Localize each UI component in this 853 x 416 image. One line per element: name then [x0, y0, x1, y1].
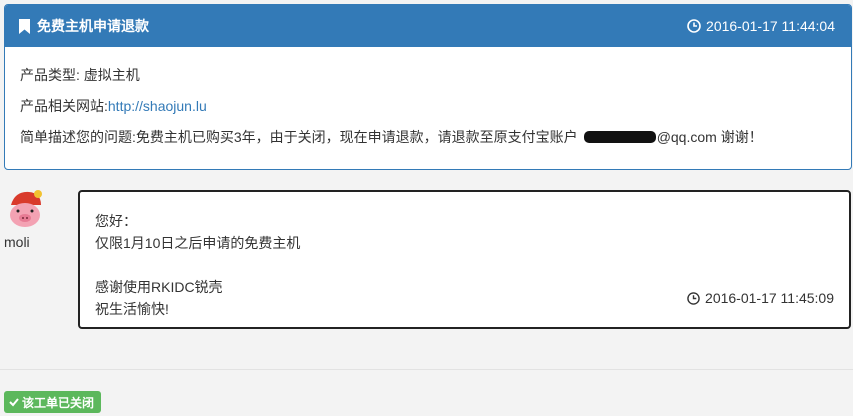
check-icon — [9, 398, 19, 407]
bookmark-icon — [19, 18, 30, 34]
ticket-panel: 免费主机申请退款 2016-01-17 11:44:04 产品类型: 虚拟主机 … — [4, 4, 852, 170]
description-text: 免费主机已购买3年，由于关闭，现在申请退款，请退款至原支付宝账户 — [135, 129, 578, 145]
reply-timestamp-group: 2016-01-17 11:45:09 — [687, 287, 834, 309]
reply-line: 仅限1月10日之后申请的免费主机 — [95, 235, 301, 251]
product-type-label: 产品类型: — [20, 67, 84, 83]
reply-line: 您好： — [95, 213, 137, 229]
reply-timestamp: 2016-01-17 11:45:09 — [705, 290, 834, 306]
email-suffix: @qq.com 谢谢！ — [656, 129, 763, 145]
ticket-header: 免费主机申请退款 2016-01-17 11:44:04 — [5, 5, 851, 47]
reply-line — [95, 254, 834, 276]
product-type-row: 产品类型: 虚拟主机 — [20, 66, 836, 84]
ticket-title-group: 免费主机申请退款 — [19, 16, 149, 36]
description-label: 简单描述您的问题: — [20, 129, 136, 145]
reply-username: moli — [4, 234, 30, 250]
ticket-body: 产品类型: 虚拟主机 产品相关网站:http://shaojun.lu 简单描述… — [5, 47, 851, 146]
ticket-title: 免费主机申请退款 — [37, 18, 149, 34]
ticket-timestamp-group: 2016-01-17 11:44:04 — [687, 18, 835, 34]
site-link[interactable]: http://shaojun.lu — [108, 98, 207, 114]
status-badge: 该工单已关闭 — [4, 391, 102, 413]
ticket-timestamp: 2016-01-17 11:44:04 — [706, 18, 835, 34]
reply-message: 您好： 仅限1月10日之后申请的免费主机 感谢使用RKIDC锐壳 祝生活愉快! … — [78, 190, 851, 329]
divider — [0, 369, 853, 370]
clock-icon — [687, 19, 701, 33]
avatar — [10, 190, 42, 227]
description-row: 简单描述您的问题:免费主机已购买3年，由于关闭，现在申请退款，请退款至原支付宝账… — [20, 128, 836, 146]
clock-icon — [687, 291, 700, 305]
site-row: 产品相关网站:http://shaojun.lu — [20, 97, 836, 115]
redacted-email — [583, 131, 656, 143]
status-badge-label: 该工单已关闭 — [22, 395, 95, 410]
product-type-value: 虚拟主机 — [83, 67, 140, 83]
site-label: 产品相关网站: — [20, 98, 108, 114]
